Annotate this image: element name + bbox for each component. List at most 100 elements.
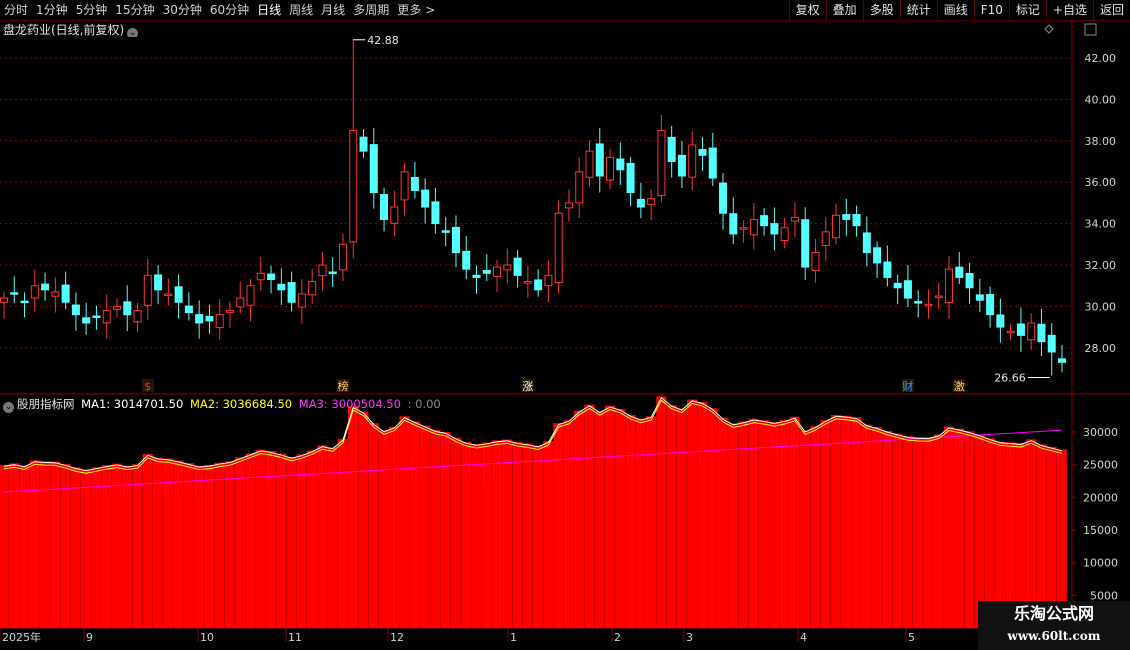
candle-body[interactable] <box>1047 334 1056 353</box>
candle-body[interactable] <box>359 136 368 152</box>
candle-body[interactable] <box>41 283 50 291</box>
candle-body[interactable] <box>534 279 543 291</box>
candle-body[interactable] <box>267 273 276 280</box>
diamond-icon[interactable] <box>1044 24 1054 34</box>
candle-body[interactable] <box>513 257 522 276</box>
candle-body[interactable] <box>174 286 183 303</box>
candle-body[interactable] <box>585 150 594 178</box>
candle-body[interactable] <box>554 212 563 284</box>
candle-body[interactable] <box>0 297 8 303</box>
event-marker[interactable]: 榜 <box>337 379 348 393</box>
candle-body[interactable] <box>225 310 234 313</box>
kline-chart[interactable]: 42.00 40.00 38.00 36.00 34.00 32.00 30.00 28.00… <box>0 0 1130 650</box>
candle-body[interactable] <box>493 266 502 277</box>
candle-body[interactable] <box>205 315 214 322</box>
candle-body[interactable] <box>626 162 635 194</box>
candle-body[interactable] <box>277 283 286 291</box>
candle-body[interactable] <box>287 282 296 303</box>
event-marker[interactable]: 涨 <box>522 380 533 393</box>
candle-body[interactable] <box>616 158 625 171</box>
candle-body[interactable] <box>595 143 604 177</box>
candle-body[interactable] <box>883 261 892 278</box>
candle-body[interactable] <box>184 305 193 314</box>
candle-body[interactable] <box>82 317 91 324</box>
candle-body[interactable] <box>667 136 676 163</box>
candle-body[interactable] <box>431 201 440 225</box>
candle-body[interactable] <box>297 293 306 308</box>
candle-body[interactable] <box>544 274 553 287</box>
candle-body[interactable] <box>308 281 317 296</box>
candle-body[interactable] <box>873 247 882 264</box>
panel-toggle-icon[interactable] <box>1084 23 1097 36</box>
candle-body[interactable] <box>688 144 697 178</box>
candle-body[interactable] <box>51 291 60 297</box>
candle-body[interactable] <box>564 202 573 209</box>
candle-body[interactable] <box>390 206 399 224</box>
candle-body[interactable] <box>996 314 1005 328</box>
candle-body[interactable] <box>215 314 224 329</box>
candle-body[interactable] <box>914 301 923 304</box>
candle-body[interactable] <box>71 304 80 316</box>
candle-body[interactable] <box>708 147 717 179</box>
event-marker[interactable]: 激 <box>954 379 965 393</box>
candle-body[interactable] <box>10 292 19 295</box>
candle-body[interactable] <box>811 252 820 272</box>
candle-body[interactable] <box>482 269 491 274</box>
candle-body[interactable] <box>133 310 142 323</box>
candle-body[interactable] <box>893 282 902 289</box>
candle-body[interactable] <box>246 285 255 306</box>
candle-body[interactable] <box>945 268 954 304</box>
candle-body[interactable] <box>1027 322 1036 341</box>
candle-body[interactable] <box>92 315 101 318</box>
candle-body[interactable] <box>780 227 789 241</box>
candle-body[interactable] <box>503 264 512 271</box>
candle-body[interactable] <box>30 285 39 299</box>
candle-body[interactable] <box>606 156 615 181</box>
candle-body[interactable] <box>739 227 748 230</box>
candle-body[interactable] <box>451 226 460 254</box>
candle-body[interactable] <box>975 294 984 301</box>
candle-body[interactable] <box>369 144 378 194</box>
candle-body[interactable] <box>462 250 471 270</box>
candle-body[interactable] <box>349 129 358 243</box>
candle-body[interactable] <box>164 293 173 297</box>
event-marker[interactable]: $ <box>144 380 151 393</box>
candle-body[interactable] <box>1006 330 1015 334</box>
candle-body[interactable] <box>441 230 450 233</box>
candle-body[interactable] <box>400 171 409 201</box>
candle-body[interactable] <box>328 271 337 275</box>
candle-body[interactable] <box>472 274 481 278</box>
candle-body[interactable] <box>256 272 265 281</box>
candle-body[interactable] <box>102 310 111 324</box>
candle-body[interactable] <box>143 274 152 306</box>
candle-body[interactable] <box>657 129 666 197</box>
candle-body[interactable] <box>20 300 29 304</box>
candle-body[interactable] <box>318 264 327 277</box>
candle-body[interactable] <box>236 297 245 308</box>
chevron-down-icon[interactable]: ⌄ <box>3 402 14 413</box>
candle-body[interactable] <box>154 274 163 291</box>
candle-body[interactable] <box>965 273 974 289</box>
candle-body[interactable] <box>842 214 851 220</box>
candle-body[interactable] <box>770 223 779 235</box>
candle-body[interactable] <box>749 218 758 236</box>
candle-body[interactable] <box>862 232 871 254</box>
candle-body[interactable] <box>410 176 419 191</box>
candle-body[interactable] <box>647 198 656 205</box>
candle-body[interactable] <box>1016 323 1025 336</box>
candle-body[interactable] <box>677 154 686 177</box>
candle-body[interactable] <box>719 182 728 214</box>
candle-body[interactable] <box>575 171 584 204</box>
candle-body[interactable] <box>636 198 645 208</box>
candle-body[interactable] <box>698 148 707 156</box>
candle-body[interactable] <box>790 216 799 222</box>
candle-body[interactable] <box>729 213 738 235</box>
candle-body[interactable] <box>986 294 995 316</box>
candle-body[interactable] <box>924 303 933 307</box>
candle-body[interactable] <box>1037 323 1046 343</box>
candle-body[interactable] <box>821 231 830 247</box>
candle-body[interactable] <box>380 194 389 220</box>
candle-body[interactable] <box>903 280 912 299</box>
candle-body[interactable] <box>61 284 70 303</box>
candle-body[interactable] <box>523 281 532 284</box>
